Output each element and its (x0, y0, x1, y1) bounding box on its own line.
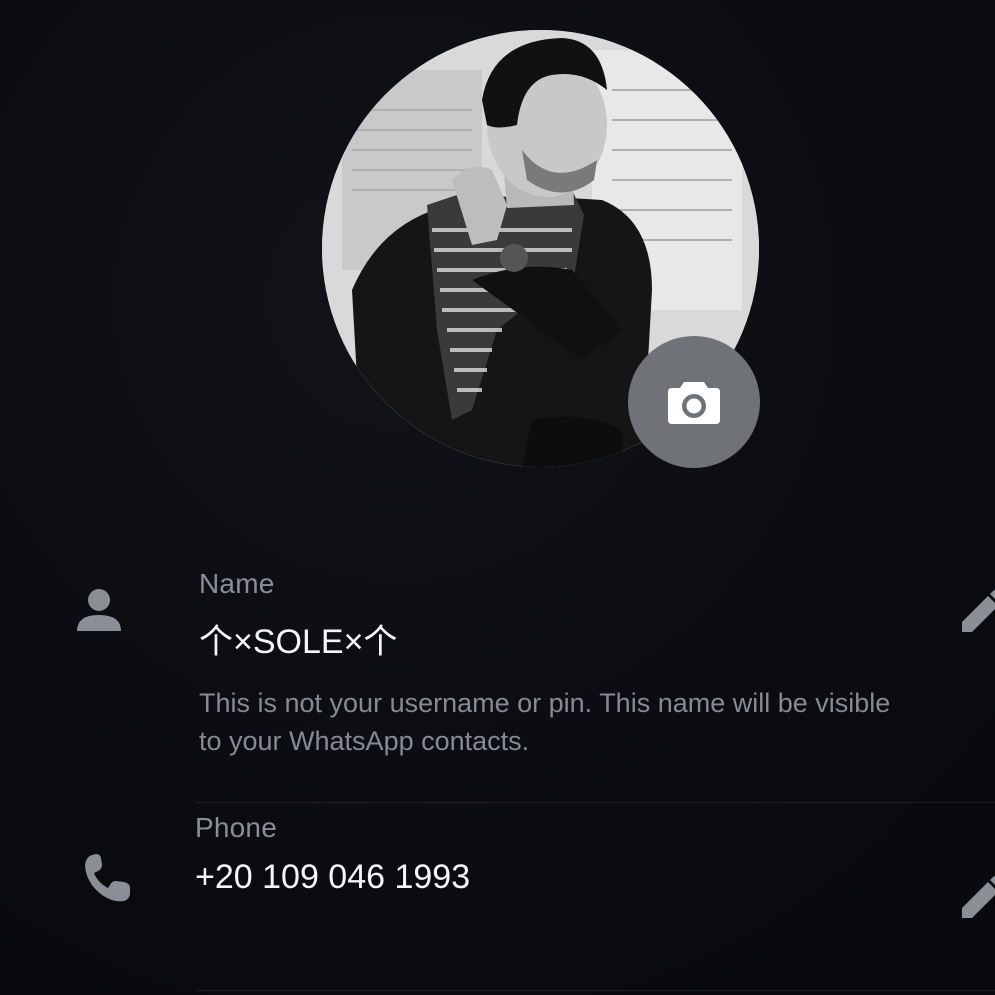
pencil-icon (962, 590, 995, 632)
camera-icon (668, 382, 720, 424)
divider-bottom (196, 990, 995, 991)
person-icon (70, 585, 128, 635)
name-hint: This is not your username or pin. This n… (199, 684, 995, 760)
phone-value: +20 109 046 1993 (195, 858, 471, 896)
name-value[interactable]: 个×SOLE×个 (199, 614, 397, 663)
name-hint-line-2: to your WhatsApp contacts. (199, 726, 530, 756)
name-label: Name (199, 568, 275, 599)
profile-screen: Name 个×SOLE×个 This is not your username … (0, 0, 995, 995)
name-hint-line-1: This is not your username or pin. This n… (199, 688, 891, 718)
phone-icon (80, 852, 134, 904)
pencil-icon (962, 876, 995, 918)
change-photo-button[interactable] (628, 336, 760, 468)
divider (196, 802, 995, 803)
edit-name-button[interactable] (958, 588, 995, 632)
edit-phone-button[interactable] (958, 874, 995, 918)
phone-label: Phone (195, 812, 277, 843)
